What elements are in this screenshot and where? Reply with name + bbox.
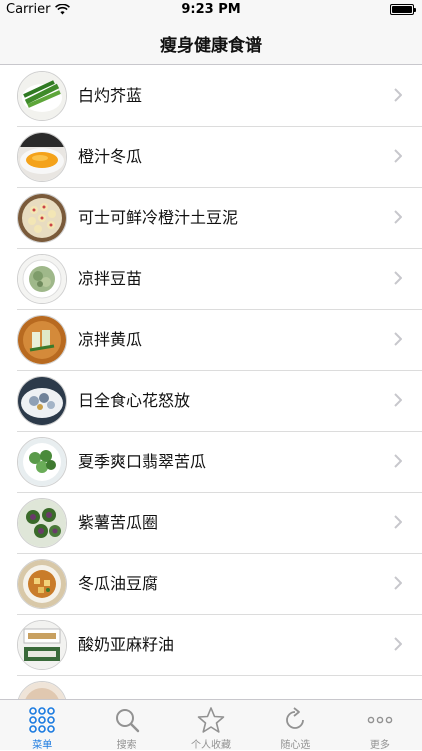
page-title: 瘦身健康食谱 (160, 36, 262, 56)
recipe-name: 夏季爽口翡翠苦瓜 (78, 452, 207, 471)
recipe-thumbnail (17, 681, 67, 699)
chevron-right-icon (394, 515, 402, 529)
recipe-row[interactable]: 夏季爽口翡翠苦瓜 (0, 432, 422, 493)
recipe-row[interactable]: 冬瓜油豆腐 (0, 554, 422, 615)
recipe-thumbnail (17, 376, 67, 426)
recipe-name: 日全食心花怒放 (78, 391, 191, 410)
chevron-right-icon (394, 576, 402, 590)
search-icon (115, 709, 139, 733)
tab-search[interactable]: 搜索 (84, 700, 168, 751)
recipe-name: 冬瓜油豆腐 (78, 574, 159, 593)
recipe-row[interactable]: 紫薯苦瓜圈 (0, 493, 422, 554)
recipe-thumbnail (17, 315, 67, 365)
recipe-thumbnail (17, 254, 67, 304)
recipe-thumbnail (17, 193, 67, 243)
chevron-right-icon (394, 149, 402, 163)
chevron-right-icon (394, 88, 402, 102)
recipe-row[interactable]: 凉拌黄瓜 (0, 310, 422, 371)
recipe-row[interactable]: 橙汁冬瓜 (0, 127, 422, 188)
tab-random[interactable]: 随心选 (253, 700, 337, 751)
recipe-thumbnail (17, 132, 67, 182)
recipe-name: 白灼芥蓝 (78, 86, 143, 105)
tab-search-label: 搜索 (116, 740, 137, 751)
recipe-name: 紫薯苦瓜圈 (78, 513, 159, 532)
recipe-row[interactable]: 日全食心花怒放 (0, 371, 422, 432)
recipe-thumbnail (17, 498, 67, 548)
recipe-row[interactable]: 白灼芥蓝 (0, 66, 422, 127)
chevron-right-icon (394, 210, 402, 224)
chevron-right-icon (394, 393, 402, 407)
chevron-right-icon (394, 271, 402, 285)
tab-bar: 菜单 搜索 个人收藏 随心选 更多 (0, 699, 422, 751)
tab-favorites-label: 个人收藏 (191, 740, 232, 751)
recipe-thumbnail (17, 559, 67, 609)
chevron-right-icon (394, 332, 402, 346)
recipe-row[interactable]: 可士可鲜冷橙汁土豆泥 (0, 188, 422, 249)
battery-icon (390, 4, 416, 15)
recipe-name: 酸奶亚麻籽油 (78, 635, 175, 654)
recipe-thumbnail (17, 437, 67, 487)
more-icon (367, 716, 393, 724)
recipe-thumbnail (17, 620, 67, 670)
tab-menu[interactable]: 菜单 (0, 700, 84, 751)
recipe-name: 可士可鲜冷橙汁土豆泥 (78, 208, 239, 227)
recipe-thumbnail (17, 71, 67, 121)
recipe-name: 凉拌黄瓜 (78, 330, 143, 349)
star-icon (197, 707, 225, 733)
status-time: 9:23 PM (181, 2, 241, 17)
recipe-row[interactable]: 酸奶亚麻籽油 (0, 615, 422, 676)
recipe-name: 凉拌豆苗 (78, 269, 143, 288)
chevron-right-icon (394, 637, 402, 651)
chevron-right-icon (394, 454, 402, 468)
tab-favorites[interactable]: 个人收藏 (169, 700, 253, 751)
grid-icon (29, 707, 56, 733)
tab-menu-label: 菜单 (32, 740, 53, 751)
tab-more-label: 更多 (369, 740, 390, 751)
recipe-row[interactable]: 凉拌豆苗 (0, 249, 422, 310)
tab-more[interactable]: 更多 (338, 700, 422, 751)
recipe-name: 橙汁冬瓜 (78, 147, 143, 166)
navigation-bar: 瘦身健康食谱 (0, 20, 422, 65)
recipe-row[interactable] (0, 676, 422, 699)
recipe-list[interactable]: 白灼芥蓝 橙汁冬瓜 可士可鲜冷橙汁土豆泥 凉拌豆苗 凉拌黄瓜 日全食心花怒放 夏… (0, 66, 422, 699)
status-bar: Carrier 9:23 PM (0, 0, 422, 20)
tab-random-label: 随心选 (280, 740, 311, 751)
refresh-icon (286, 707, 305, 729)
